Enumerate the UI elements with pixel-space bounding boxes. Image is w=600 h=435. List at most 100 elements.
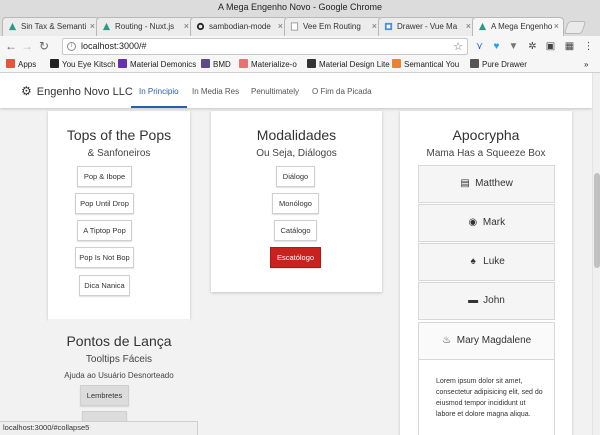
vue-devtools-icon[interactable]: ⋎: [474, 41, 485, 52]
accordion-item-john[interactable]: ▬ John: [418, 282, 555, 320]
browser-tab[interactable]: Sin Tax & Semanti ×: [2, 17, 100, 36]
triangle-favicon-icon: [8, 22, 17, 31]
bookmark-label: Materialize-o: [251, 60, 297, 69]
close-tab-icon[interactable]: ×: [554, 18, 559, 35]
accordion-label: Mark: [482, 217, 506, 228]
bookmark-item[interactable]: Semantical You: [392, 59, 459, 70]
tab-label: Vee Em Routing: [303, 22, 361, 31]
brand[interactable]: ⚙ Engenho Novo LLC: [21, 84, 133, 98]
card-subtitle: Tooltips Fáceis: [85, 354, 153, 365]
card-subtitle: & Sanfoneiros: [87, 148, 151, 159]
bookmark-label: Material Demonics: [130, 60, 197, 69]
accordion-item-mark[interactable]: ◉ Mark: [418, 204, 555, 242]
bookmark-item[interactable]: You Eye Kitsch: [50, 59, 116, 70]
bookmark-icon: [392, 59, 401, 68]
triangle-favicon-icon: [102, 22, 111, 31]
bookmark-label: BMD: [213, 60, 231, 69]
nav-link-in-principio[interactable]: In Principio: [139, 87, 179, 96]
bookmark-icon: [118, 59, 127, 68]
bookmark-apps[interactable]: Apps: [6, 59, 36, 70]
gears-icon: ⚙: [21, 84, 32, 98]
bookmark-item[interactable]: BMD: [201, 59, 231, 70]
card-title: Apocrypha: [452, 127, 520, 143]
tab-label: A Mega Engenho: [491, 22, 553, 31]
bookmarks-overflow-icon[interactable]: »: [584, 59, 588, 70]
browser-tab[interactable]: Routing - Nuxt.js ×: [96, 17, 194, 36]
bookmark-item[interactable]: Material Design Lite: [307, 59, 390, 70]
card-title: Pontos de Lança: [66, 333, 172, 349]
forward-icon[interactable]: →: [20, 39, 34, 53]
back-icon[interactable]: ←: [4, 39, 18, 53]
accordion-label: John: [483, 295, 505, 306]
monologo-button[interactable]: Monólogo: [272, 193, 319, 214]
pop-is-not-bop-button[interactable]: Pop Is Not Bop: [75, 247, 134, 268]
accordion-item-matthew[interactable]: ▤ Matthew: [418, 165, 555, 203]
new-tab-button[interactable]: [563, 21, 587, 34]
info-icon[interactable]: i: [67, 42, 76, 51]
filter-icon[interactable]: ▼: [508, 41, 519, 52]
browser-toolbar: ← → ↻ i localhost:3000/# ☆ ⋎ ♥ ▼ ✲ ▣ ▦ ⋮: [0, 36, 600, 57]
card-subtitle: Mama Has a Squeeze Box: [426, 148, 546, 159]
active-nav-indicator: [131, 106, 187, 108]
browser-tab[interactable]: Drawer - Vue Ma ×: [378, 17, 476, 36]
bookmark-icon: [50, 59, 59, 68]
browser-tab[interactable]: Vee Em Routing ×: [284, 17, 382, 36]
tab-strip: Sin Tax & Semanti × Routing - Nuxt.js × …: [0, 14, 600, 36]
reload-icon[interactable]: ↻: [37, 39, 51, 53]
extension-grid-icon[interactable]: ▦: [564, 41, 575, 52]
bookmark-label: Semantical You: [404, 60, 460, 69]
close-tab-icon[interactable]: ×: [90, 18, 95, 35]
close-tab-icon[interactable]: ×: [278, 18, 283, 35]
drawer-favicon-icon: [384, 22, 393, 31]
bookmark-icon: [201, 59, 210, 68]
vertical-scrollbar[interactable]: [592, 73, 600, 435]
bookmark-icon: [239, 59, 248, 68]
escatologo-button[interactable]: Escatólogo: [270, 247, 321, 268]
pop-ibope-button[interactable]: Pop & Ibope: [77, 166, 132, 187]
twitter-icon[interactable]: ♥: [491, 41, 502, 52]
card-title: Tops of the Pops: [66, 127, 172, 143]
dialogo-button[interactable]: Diálogo: [276, 166, 315, 187]
accordion-body-text: Lorem ipsum dolor sit amet, consectetur …: [436, 378, 543, 418]
url-text[interactable]: localhost:3000/#: [81, 41, 147, 51]
address-bar[interactable]: i localhost:3000/# ☆: [62, 38, 468, 55]
close-tab-icon[interactable]: ×: [372, 18, 377, 35]
accordion-label: Luke: [483, 256, 505, 267]
accordion-item-mary-magdalene[interactable]: ♨ Mary Magdalene: [418, 322, 555, 360]
page-viewport: ⚙ Engenho Novo LLC In Principio In Media …: [0, 73, 592, 435]
nav-link-o-fim-da-picada[interactable]: O Fim da Picada: [312, 87, 372, 96]
accordion-panel: Lorem ipsum dolor sit amet, consectetur …: [418, 360, 555, 435]
bookmark-label: Pure Drawer: [482, 60, 527, 69]
bookmark-icon: [307, 59, 316, 68]
tab-label: sambodian-mode: [209, 22, 271, 31]
catalogo-button[interactable]: Catálogo: [274, 220, 317, 241]
lembretes-button[interactable]: Lembretes: [80, 385, 129, 406]
card-title: Modalidades: [256, 127, 337, 143]
scrollbar-thumb[interactable]: [594, 173, 600, 268]
target-icon: ◉: [468, 217, 478, 228]
bookmark-label: Material Design Lite: [319, 60, 390, 69]
flame-icon: ♠: [470, 256, 476, 267]
bookmark-item[interactable]: Pure Drawer: [470, 59, 527, 70]
accordion-item-luke[interactable]: ♠ Luke: [418, 243, 555, 281]
bookmark-star-icon[interactable]: ☆: [453, 40, 463, 53]
extension-gear-icon[interactable]: ✲: [527, 41, 538, 52]
close-tab-icon[interactable]: ×: [184, 18, 189, 35]
browser-tab-active[interactable]: A Mega Engenho ×: [472, 17, 564, 36]
bookmarks-bar: Apps You Eye Kitsch Material Demonics BM…: [0, 57, 600, 73]
bookmark-label: You Eye Kitsch: [62, 60, 116, 69]
bookmark-item[interactable]: Materialize-o: [239, 59, 297, 70]
nav-link-in-media-res[interactable]: In Media Res: [192, 87, 239, 96]
extension-square-icon[interactable]: ▣: [545, 41, 556, 52]
browser-tab[interactable]: sambodian-mode ×: [190, 17, 288, 36]
dica-nanica-button[interactable]: Dica Nanica: [79, 275, 130, 296]
pop-until-drop-button[interactable]: Pop Until Drop: [75, 193, 134, 214]
bookmark-item[interactable]: Material Demonics: [118, 59, 196, 70]
card-subtitle: Ou Seja, Diálogos: [256, 148, 337, 159]
nav-link-penultimately[interactable]: Penultimately: [251, 87, 299, 96]
menu-icon[interactable]: ⋮: [583, 41, 594, 52]
tiptop-pop-button[interactable]: A Tiptop Pop: [77, 220, 132, 241]
status-bar-url: localhost:3000/#collapse5: [0, 421, 198, 435]
close-tab-icon[interactable]: ×: [466, 18, 471, 35]
triangle-favicon-icon: [478, 22, 487, 31]
